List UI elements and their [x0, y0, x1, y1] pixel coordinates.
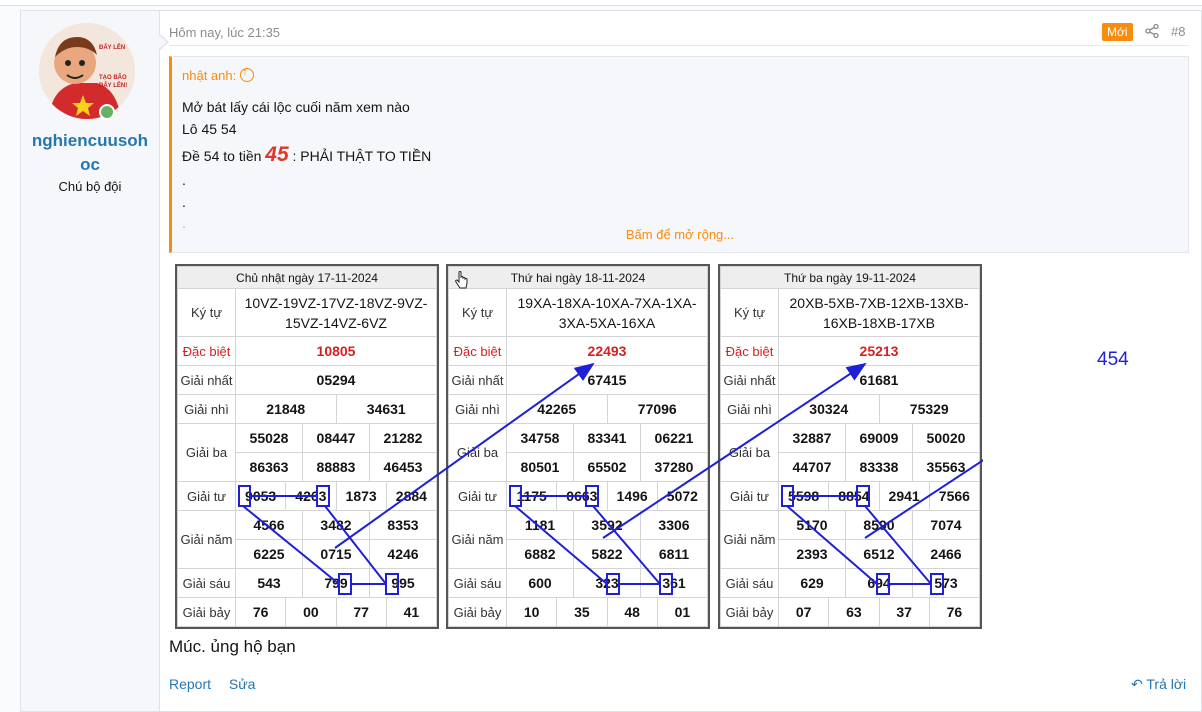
highlight-box [659, 573, 673, 595]
quote-author[interactable]: nhật anh: [182, 66, 255, 83]
forum-post: ĐẨY LÊN TẠO BÃO ĐẨY LÊN! nghiencuusoh oc… [20, 10, 1202, 712]
online-status-icon [99, 104, 115, 120]
highlight-box [606, 573, 620, 595]
reply-button[interactable]: ↶ Trả lời [1131, 676, 1186, 693]
hand-cursor-icon [455, 271, 468, 289]
expand-quote-link[interactable]: Bấm để mở rộng... [172, 227, 1188, 242]
arrow-line [864, 505, 932, 585]
post-number[interactable]: #8 [1171, 24, 1185, 39]
post-date[interactable]: Hôm nay, lúc 21:35 [169, 25, 280, 40]
quote-line: Lô 45 54 [182, 121, 237, 137]
user-sidebar: ĐẨY LÊN TẠO BÃO ĐẨY LÊN! nghiencuusoh oc… [21, 11, 160, 711]
post-actions: Report Sửa [169, 676, 269, 692]
quote-dot: . [182, 194, 186, 210]
go-to-quote-icon[interactable] [240, 66, 255, 82]
post-comment: Múc. ủng hộ bạn [169, 637, 296, 656]
avatar[interactable]: ĐẨY LÊN TẠO BÃO ĐẨY LÊN! [39, 23, 135, 119]
arrow-line [514, 505, 608, 585]
quote-line: Mở bát lấy cái lộc cuối năm xem nào [182, 99, 410, 115]
highlight-box [238, 485, 251, 507]
highlight-box [930, 573, 944, 595]
highlight-box [856, 485, 870, 507]
annotation-label: 454 [1097, 349, 1129, 370]
arrow-line [334, 362, 595, 549]
arrow-line [786, 505, 878, 585]
username[interactable]: nghiencuusoh oc [21, 129, 159, 177]
avatar-text: ĐẨY LÊN [99, 43, 125, 51]
svg-text:TẠO BÃO: TẠO BÃO [99, 74, 127, 81]
svg-text:ĐẨY LÊN!: ĐẨY LÊN! [99, 81, 127, 89]
quote-line: Đề 54 to tiền 45 : PHẢI THẬT TO TIỀN [182, 143, 432, 166]
reply-icon: ↶ [1131, 676, 1147, 692]
lottery-image[interactable]: Chủ nhật ngày 17-11-2024 Ký tự 10VZ-19VZ-… [175, 264, 983, 629]
post-main: Hôm nay, lúc 21:35 Mới #8 nhật anh: Mở b… [159, 11, 1201, 711]
arrow-line [602, 362, 867, 539]
highlight-box [338, 573, 352, 595]
edit-link[interactable]: Sửa [229, 676, 256, 692]
user-title: Chú bộ đội [58, 179, 122, 194]
highlight-box [509, 485, 522, 507]
highlight-box [385, 573, 399, 595]
top-border [0, 0, 1202, 6]
share-icon[interactable] [1144, 23, 1160, 39]
highlight-box [781, 485, 794, 507]
quote-block: nhật anh: Mở bát lấy cái lộc cuối năm xe… [169, 56, 1189, 253]
quote-dot: . [182, 172, 186, 188]
new-badge: Mới [1102, 23, 1133, 41]
avatar-image: ĐẨY LÊN TẠO BÃO ĐẨY LÊN! [39, 23, 135, 119]
highlight-box [585, 485, 599, 507]
annotation-overlay [238, 362, 983, 595]
arrow-line [592, 505, 661, 585]
highlight-box [316, 485, 330, 507]
header-divider [169, 45, 1189, 46]
arrow-line [864, 459, 983, 539]
report-link[interactable]: Report [169, 676, 211, 692]
arrow-line [242, 505, 340, 585]
highlight-box [876, 573, 890, 595]
